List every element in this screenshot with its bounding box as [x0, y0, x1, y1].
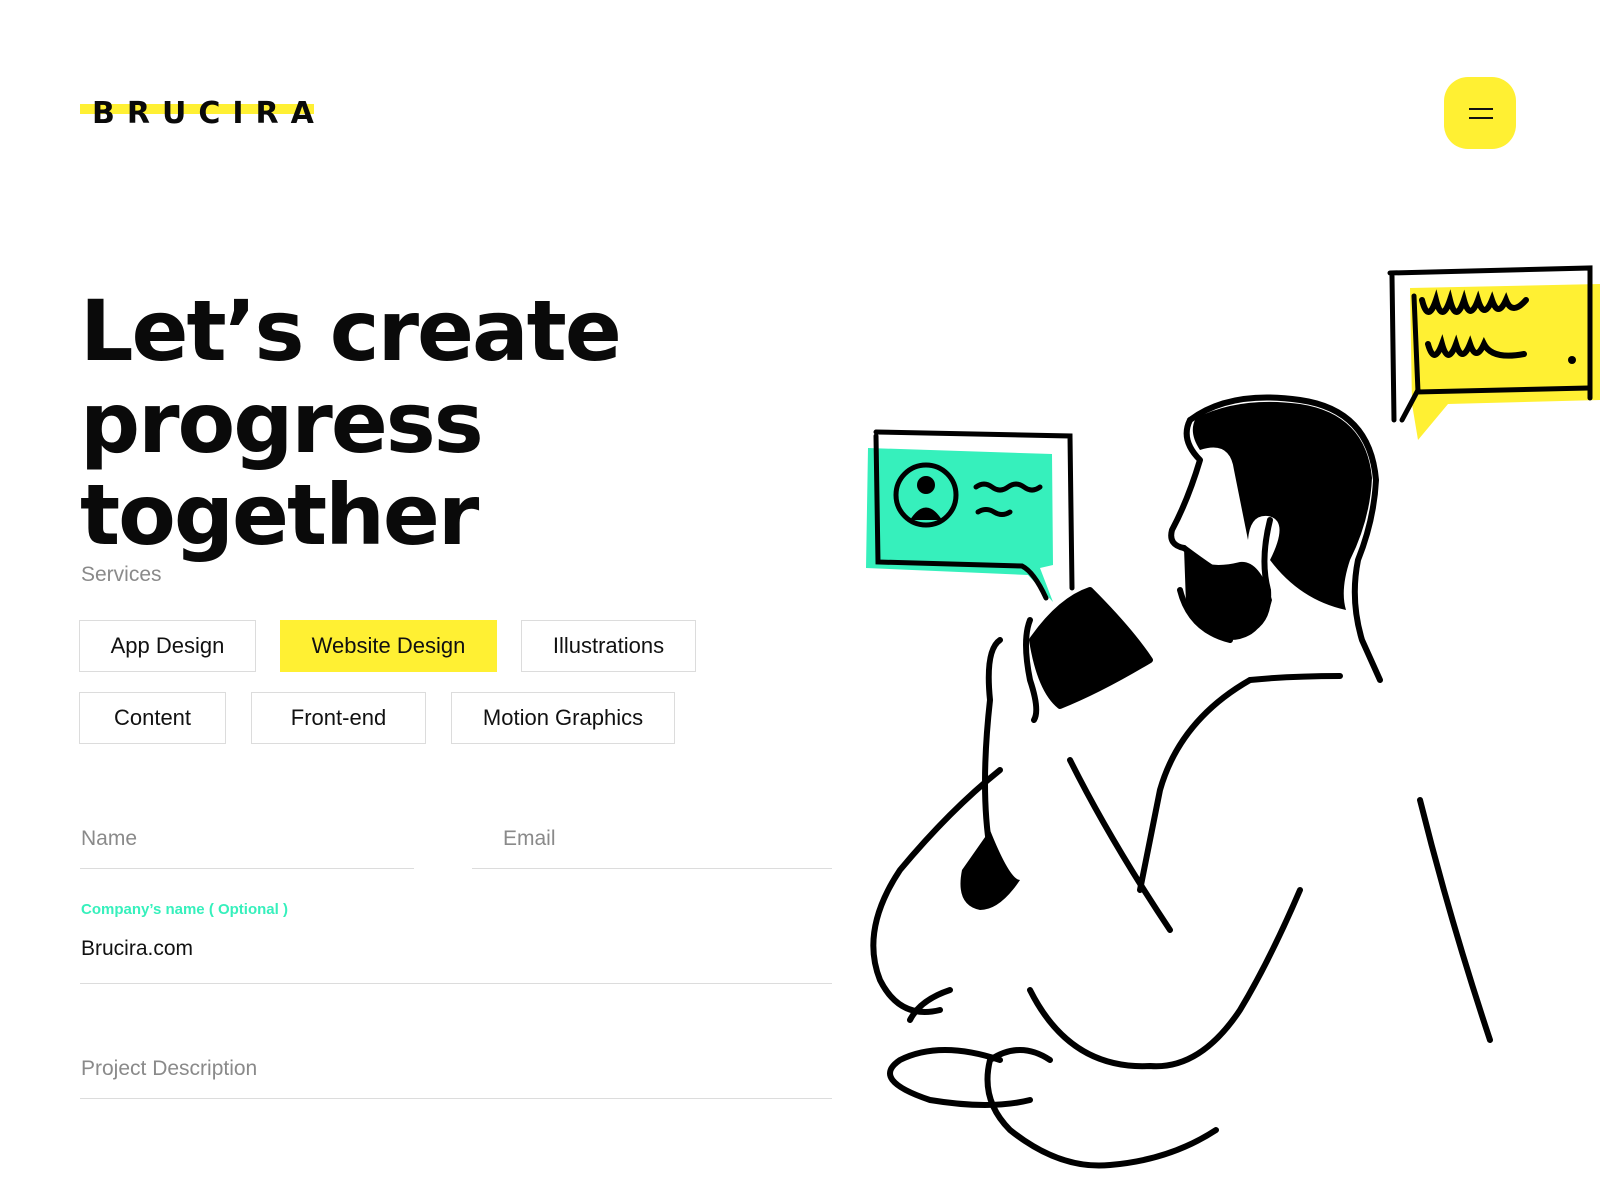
service-chip-app-design[interactable]: App Design	[79, 620, 256, 672]
service-chip-illustrations[interactable]: Illustrations	[521, 620, 696, 672]
services-label: Services	[81, 563, 162, 586]
chat-bubble-mint-icon	[866, 429, 1075, 602]
service-chip-front-end[interactable]: Front-end	[251, 692, 426, 744]
logo[interactable]: BRUCIRA	[80, 96, 314, 132]
description-input-underline	[80, 1098, 832, 1099]
name-input-underline	[80, 868, 414, 869]
email-input[interactable]: Email	[503, 827, 556, 851]
company-name-input[interactable]: Brucira.com	[81, 937, 193, 961]
logo-text: BRUCIRA	[92, 96, 326, 131]
company-name-label: Company’s name ( Optional )	[81, 901, 288, 918]
email-input-underline	[472, 868, 832, 869]
headline-line-2: progress together	[80, 374, 484, 564]
service-chip-motion-graphics[interactable]: Motion Graphics	[451, 692, 675, 744]
hamburger-icon-line	[1469, 117, 1493, 119]
project-description-input[interactable]: Project Description	[81, 1057, 257, 1081]
chat-bubble-yellow-icon	[1387, 265, 1600, 440]
headline-line-1: Let’s create	[80, 282, 622, 380]
service-chip-content[interactable]: Content	[79, 692, 226, 744]
menu-button[interactable]	[1444, 77, 1516, 149]
hamburger-icon	[1469, 108, 1493, 110]
page-title: Let’s create progress together	[80, 285, 840, 561]
person-with-phone-illustration	[866, 265, 1600, 1169]
name-input[interactable]: Name	[81, 827, 137, 851]
company-input-underline	[80, 983, 832, 984]
service-chip-website-design[interactable]: Website Design	[280, 620, 497, 672]
